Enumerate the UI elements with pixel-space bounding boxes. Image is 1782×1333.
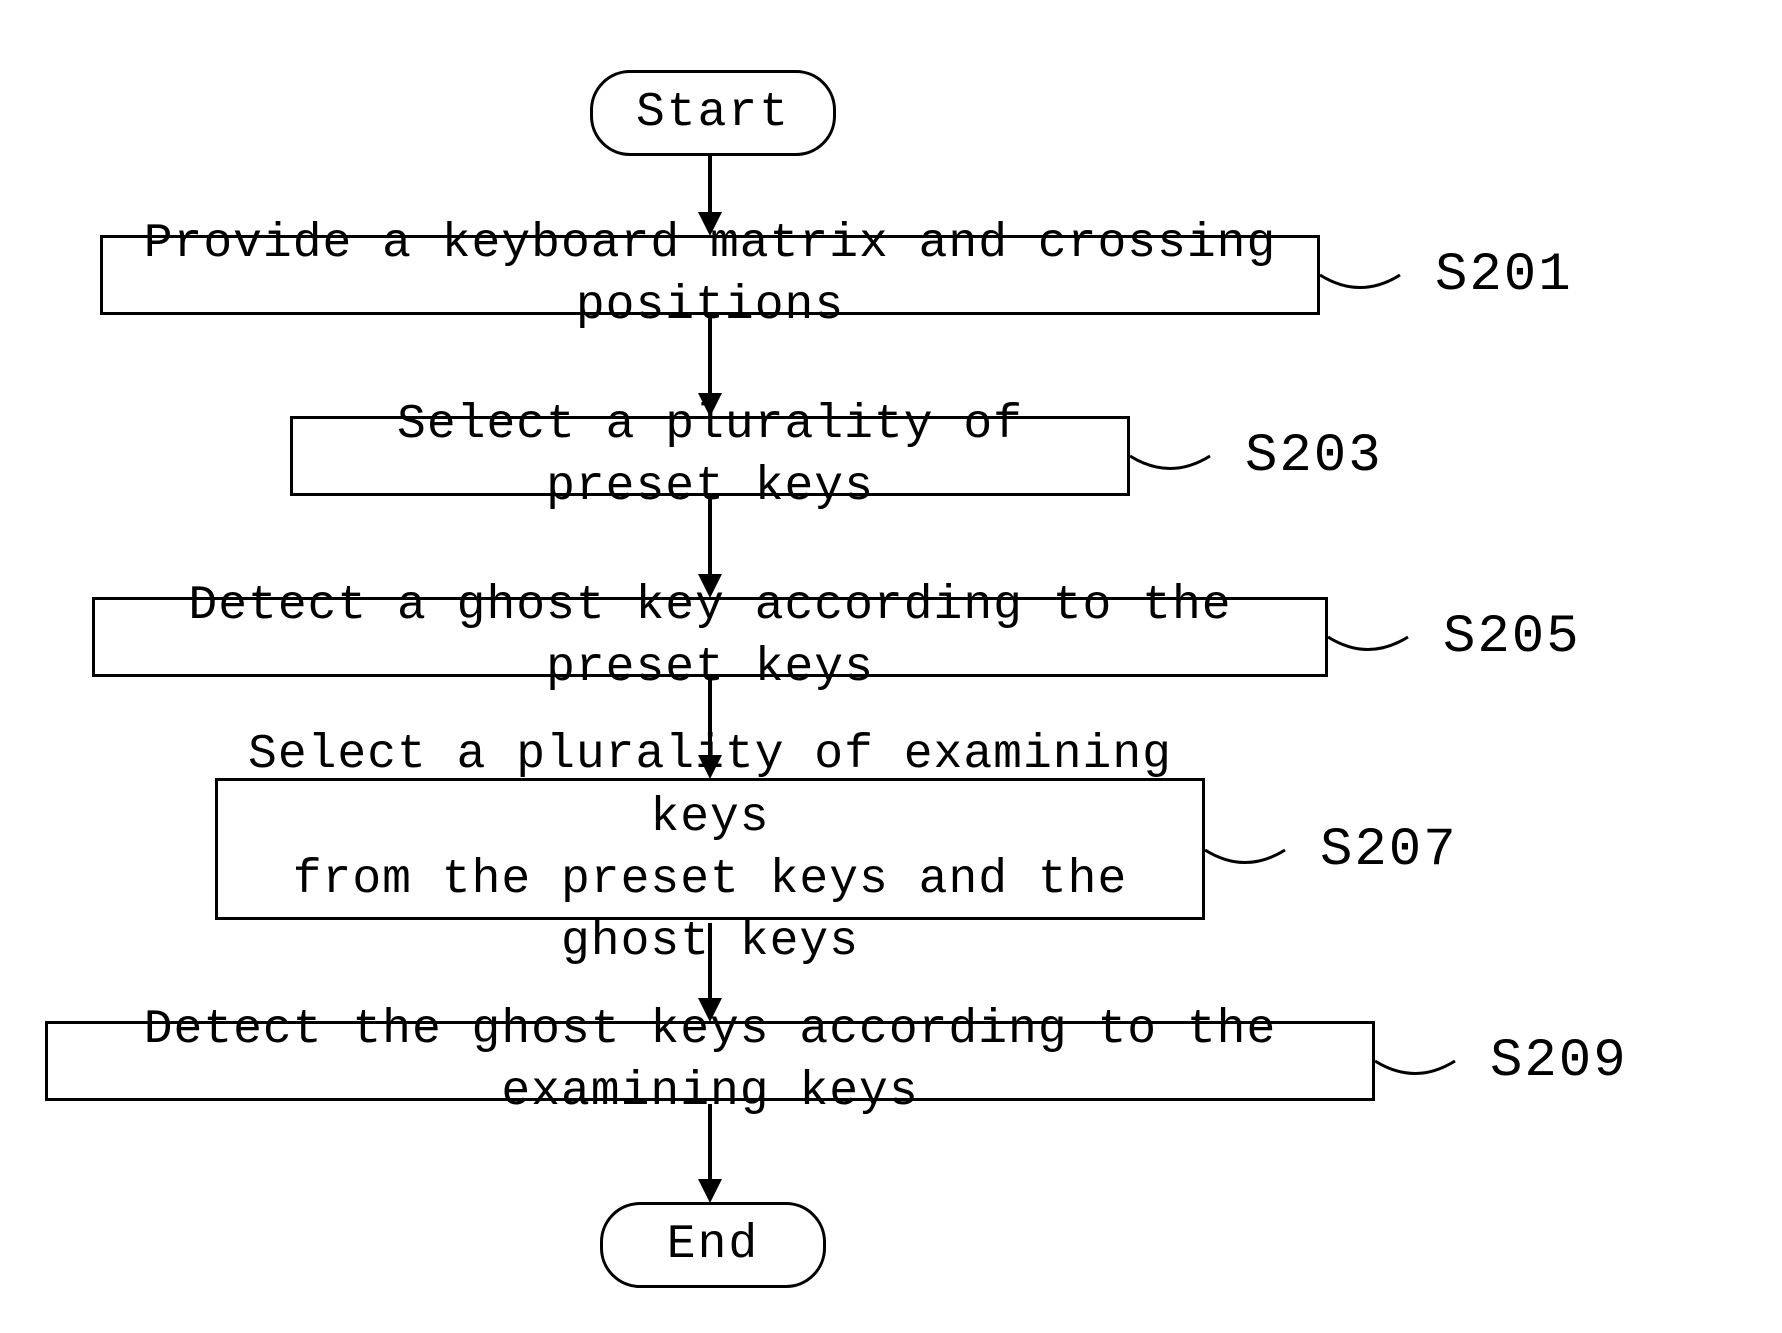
arrow: [708, 499, 712, 577]
arrowhead: [698, 1179, 722, 1203]
arrow: [708, 1104, 712, 1182]
end-terminal: End: [600, 1202, 826, 1288]
arrow: [708, 923, 712, 1001]
label-s209: S209: [1490, 1031, 1628, 1092]
arrow: [708, 153, 712, 215]
flowchart-diagram: Start Provide a keyboard matrix and cros…: [0, 0, 1782, 1333]
start-terminal: Start: [590, 70, 836, 156]
step-s207: Select a plurality of examining keys fro…: [215, 778, 1205, 920]
step-s209: Detect the ghost keys according to the e…: [45, 1021, 1375, 1101]
step-s205: Detect a ghost key according to the pres…: [92, 597, 1328, 677]
end-label: End: [667, 1218, 759, 1272]
step-s201: Provide a keyboard matrix and crossing p…: [100, 235, 1320, 315]
arrow: [708, 318, 712, 396]
connector-s203: [1130, 436, 1250, 486]
connector-s209: [1375, 1041, 1495, 1091]
label-s205: S205: [1443, 607, 1581, 668]
step-s203: Select a plurality of preset keys: [290, 416, 1130, 496]
connector-s205: [1328, 617, 1448, 667]
label-s203: S203: [1245, 426, 1383, 487]
label-s201: S201: [1435, 245, 1573, 306]
connector-s207: [1205, 830, 1325, 880]
label-s207: S207: [1320, 820, 1458, 881]
start-label: Start: [636, 86, 790, 140]
connector-s201: [1320, 255, 1440, 305]
